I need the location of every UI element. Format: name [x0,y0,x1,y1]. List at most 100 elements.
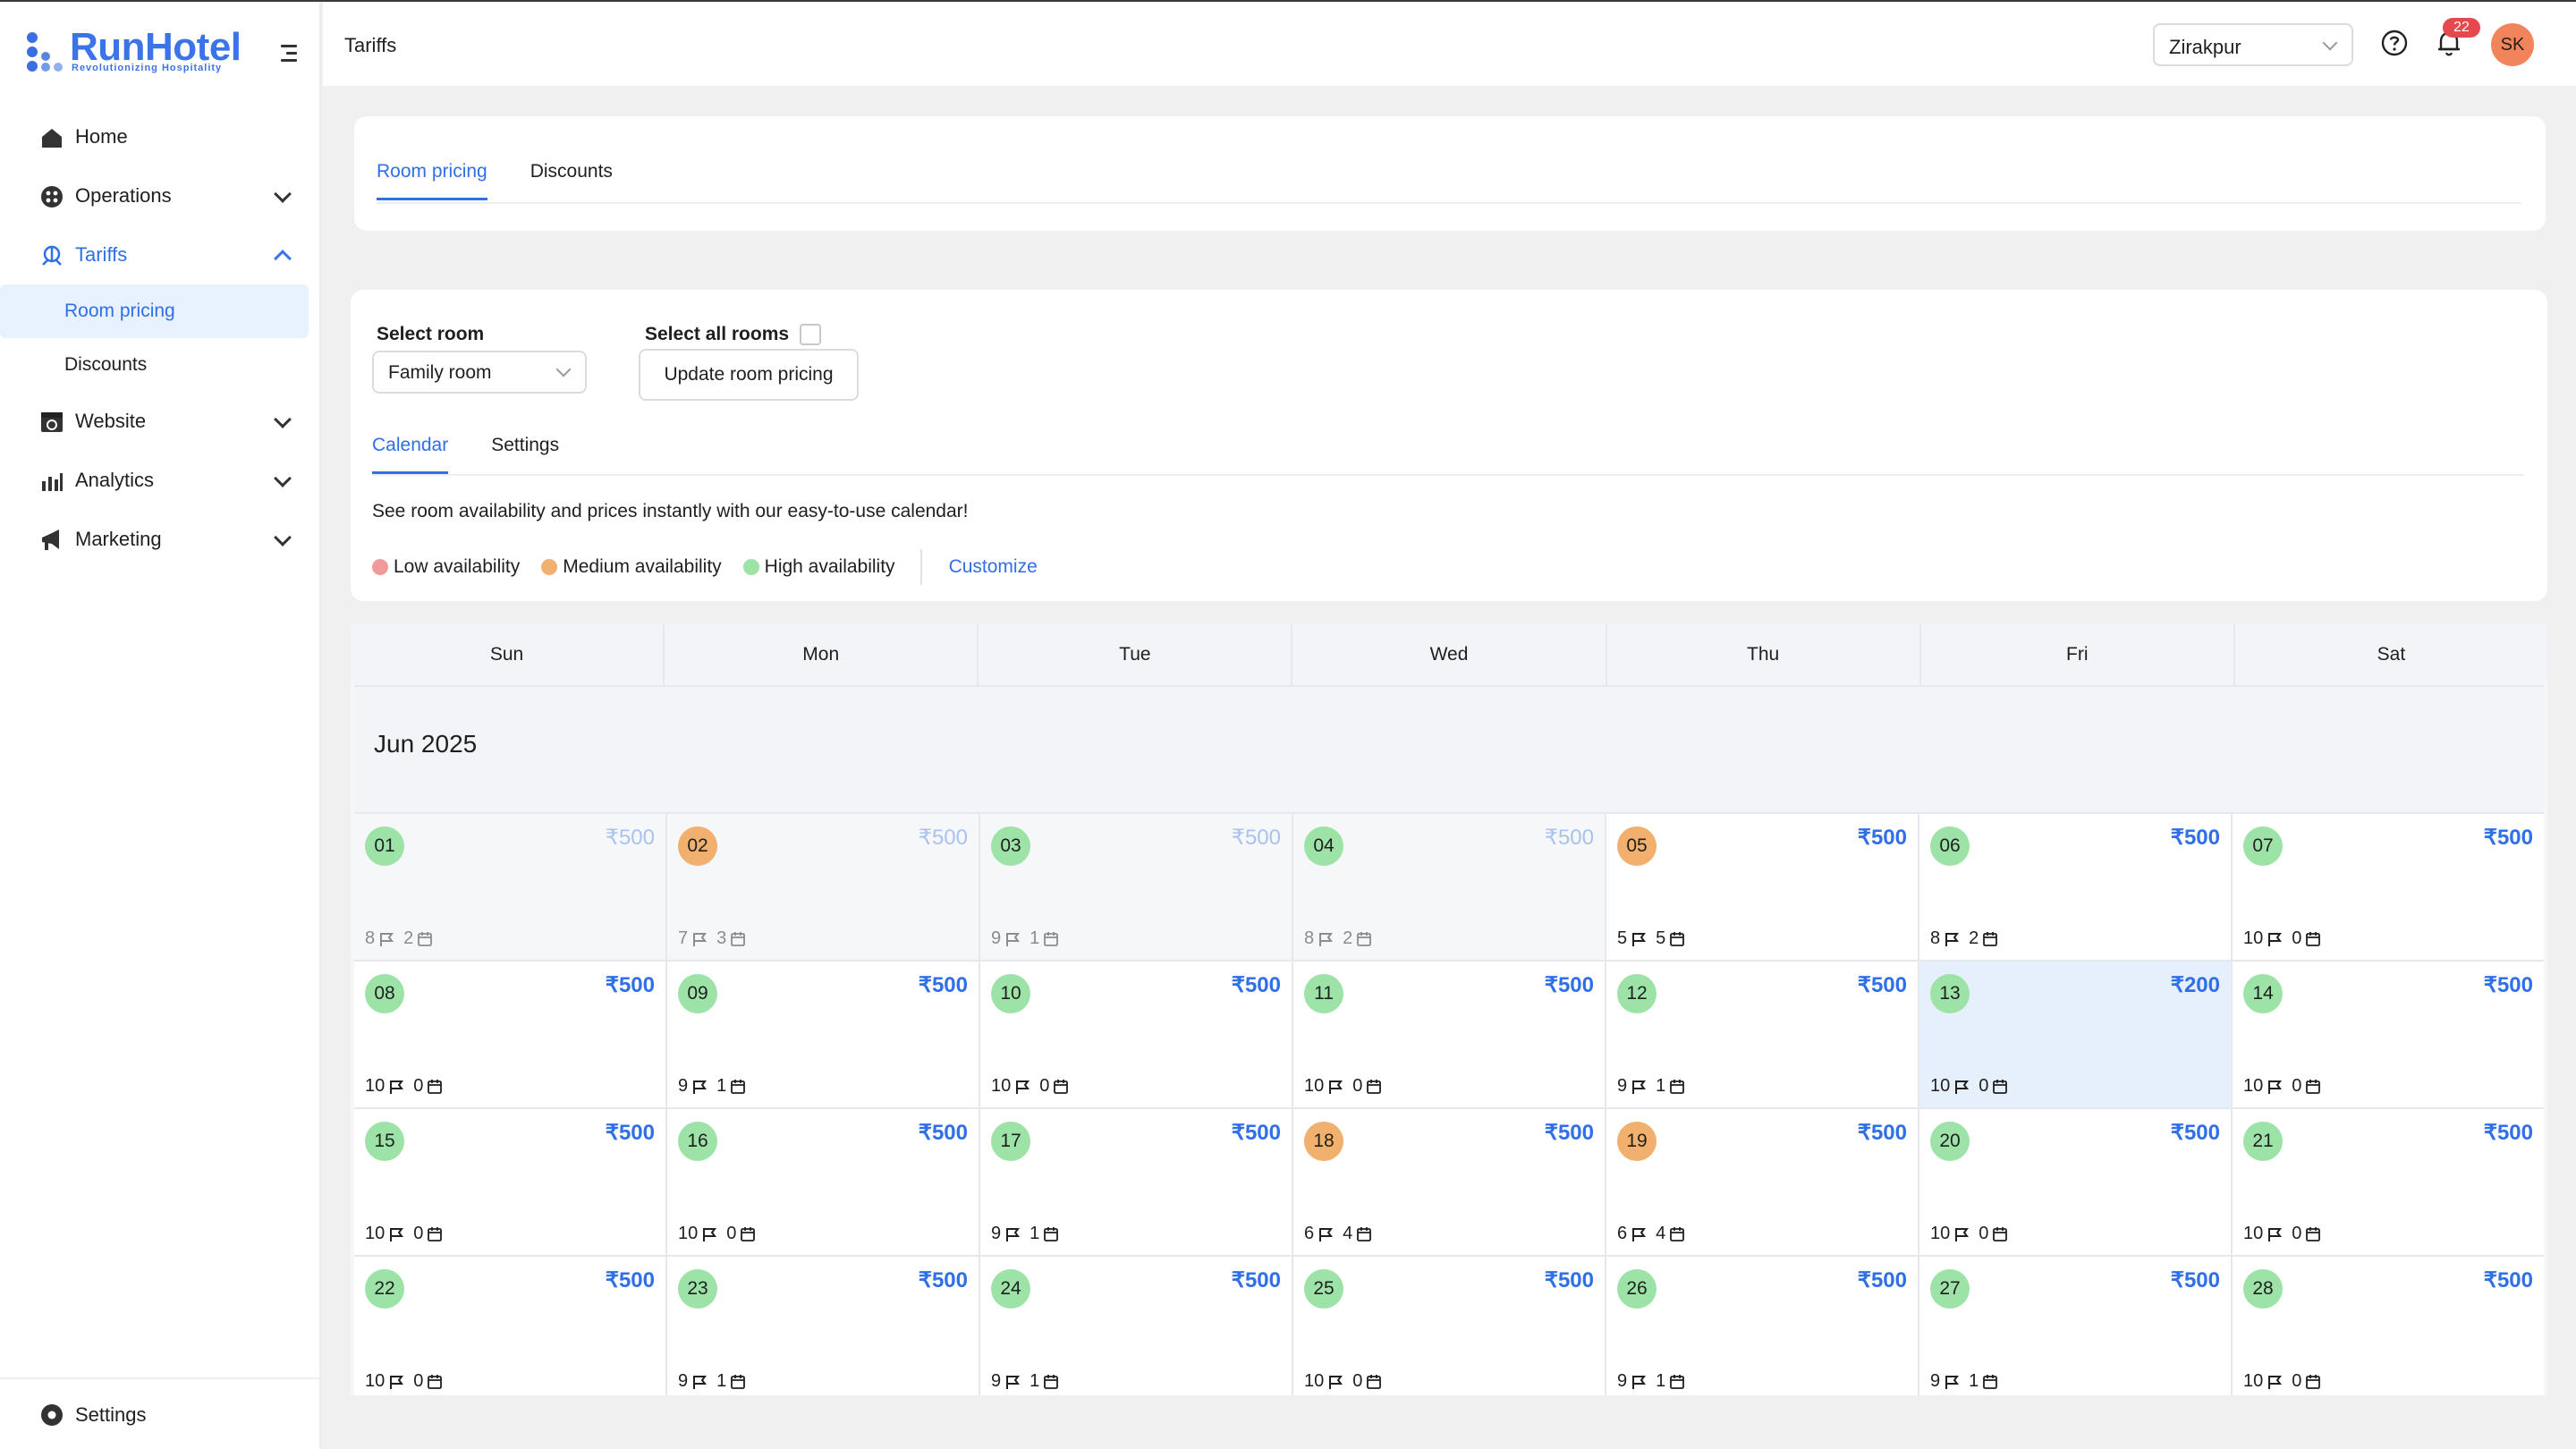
flag-icon [1940,931,1969,947]
day-price: ₹500 [1544,1121,1594,1145]
day-number: 23 [678,1269,717,1309]
calendar-day-cell[interactable]: 28 ₹500 10 0 [2233,1257,2544,1395]
sidebar-item-label: Website [75,410,147,432]
booked-count: 0 [413,1076,424,1096]
calendar-day-cell[interactable]: 03 ₹500 9 1 [980,814,1293,960]
chevron-down-icon [274,470,292,487]
booked-count: 1 [1969,1371,1979,1391]
calendar-day-cell[interactable]: 16 ₹500 10 0 [667,1109,980,1255]
calendar-day-cell[interactable]: 25 ₹500 10 0 [1293,1257,1606,1395]
brand-logo[interactable]: RunHotel Revolutionizing Hospitality [25,25,249,79]
flag-icon [1011,1079,1039,1095]
calendar-day-cell[interactable]: 06 ₹500 8 2 [1919,814,2233,960]
select-all-rooms-checkbox[interactable] [800,324,821,345]
calendar-day-cell[interactable]: 20 ₹500 10 0 [1919,1109,2233,1255]
calendar-day-cell[interactable]: 14 ₹500 10 0 [2233,962,2544,1107]
calendar-day-cell[interactable]: 09 ₹500 9 1 [667,962,980,1107]
booked-count: 1 [1030,928,1040,948]
day-price: ₹500 [605,826,655,850]
calendar-day-cell[interactable]: 02 ₹500 7 3 [667,814,980,960]
tariffs-icon [42,245,62,266]
booked-count: 0 [1979,1076,1989,1096]
day-stats: 91 [991,1224,1068,1244]
day-number: 15 [365,1122,404,1161]
calendar-day-cell[interactable]: 01 ₹500 8 2 [354,814,667,960]
calendar-weeks: 01 ₹500 8 2 02 ₹500 7 3 03 ₹500 9 1 04 ₹500 8 2 05 ₹500 5 5… [354,812,2544,1395]
tab-calendar[interactable]: Calendar [372,435,449,474]
calendar-icon [2301,1226,2330,1242]
day-price: ₹500 [1544,1268,1594,1292]
calendar-day-cell[interactable]: 21 ₹500 10 0 [2233,1109,2544,1255]
calendar-day-cell[interactable]: 18 ₹500 6 4 [1293,1109,1606,1255]
sidebar-item-website[interactable]: Website [0,392,321,451]
collapse-menu-icon[interactable] [277,43,301,64]
low-dot-icon [372,559,388,575]
location-select[interactable]: Zirakpur [2153,23,2353,66]
calendar-day-cell[interactable]: 05 ₹500 5 5 [1606,814,1919,960]
day-number: 02 [678,826,717,866]
calendar-day-cell[interactable]: 26 ₹500 9 1 [1606,1257,1919,1395]
sidebar-item-settings[interactable]: Settings [0,1379,319,1449]
calendar-icon [1988,1079,2017,1095]
calendar-day-cell[interactable]: 12 ₹500 9 1 [1606,962,1919,1107]
calendar-icon [1362,1374,1391,1390]
day-stats: 91 [991,928,1068,949]
available-count: 10 [2243,928,2264,948]
room-select[interactable]: Family room [372,351,587,394]
day-number: 22 [365,1269,404,1309]
booked-count: 0 [1979,1224,1989,1243]
tab-discounts[interactable]: Discounts [530,161,613,200]
calendar-day-cell[interactable]: 27 ₹500 9 1 [1919,1257,2233,1395]
booked-count: 0 [2292,1224,2302,1243]
day-stats: 64 [1304,1224,1381,1244]
calendar-icon [423,1079,452,1095]
day-price: ₹500 [1544,973,1594,997]
tab-settings[interactable]: Settings [491,435,559,474]
calendar-day-cell[interactable]: 17 ₹500 9 1 [980,1109,1293,1255]
day-number: 20 [1930,1122,1970,1161]
sidebar-subitem-discounts[interactable]: Discounts [0,338,309,392]
day-stats: 91 [991,1371,1068,1392]
sidebar-item-operations[interactable]: Operations [0,166,321,225]
calendar-day-cell[interactable]: 19 ₹500 6 4 [1606,1109,1919,1255]
help-icon[interactable] [2380,29,2409,57]
booked-count: 4 [1343,1224,1353,1243]
day-stats: 10 0 [2243,1224,2330,1244]
calendar-day-cell[interactable]: 24 ₹500 9 1 [980,1257,1293,1395]
calendar-day-cell[interactable]: 22 ₹500 10 0 [354,1257,667,1395]
flag-icon [1627,1079,1656,1095]
tab-room-pricing[interactable]: Room pricing [377,161,487,200]
calendar-day-cell[interactable]: 15 ₹500 10 0 [354,1109,667,1255]
day-number: 07 [2243,826,2283,866]
sidebar-subitem-room-pricing[interactable]: Room pricing [0,284,309,338]
calendar-day-cell[interactable]: 13 ₹200 10 0 [1919,962,2233,1107]
day-price: ₹500 [918,1121,968,1145]
calendar-day-cell[interactable]: 10 ₹500 10 0 [980,962,1293,1107]
calendar-day-cell[interactable]: 08 ₹500 10 0 [354,962,667,1107]
available-count: 8 [1304,928,1315,948]
sidebar: RunHotel Revolutionizing Hospitality Hom… [0,2,321,1449]
day-price: ₹500 [605,973,655,997]
weekday-sun: Sun [351,624,665,685]
calendar-day-cell[interactable]: 07 ₹500 10 0 [2233,814,2544,960]
sidebar-item-analytics[interactable]: Analytics [0,451,321,510]
calendar-day-cell[interactable]: 23 ₹500 9 1 [667,1257,980,1395]
customize-link[interactable]: Customize [949,556,1038,578]
user-avatar[interactable]: SK [2491,23,2534,66]
sidebar-item-home[interactable]: Home [0,107,321,166]
calendar-day-cell[interactable]: 04 ₹500 8 2 [1293,814,1606,960]
booked-count: 1 [1030,1371,1040,1391]
sidebar-item-marketing[interactable]: Marketing [0,510,321,569]
calendar-icon [423,1374,452,1390]
day-price: ₹500 [918,973,968,997]
calendar-day-cell[interactable]: 11 ₹500 10 0 [1293,962,1606,1107]
sidebar-item-tariffs[interactable]: Tariffs [0,225,321,284]
available-count: 9 [1930,1371,1941,1391]
calendar-week-row: 08 ₹500 10 0 09 ₹500 9 1 10 ₹500 10 0 11 ₹500 10 0 12 ₹50… [354,960,2544,1107]
weekday-tue: Tue [979,624,1293,685]
sidebar-item-label: Home [75,125,128,148]
day-number: 13 [1930,974,1970,1013]
update-room-pricing-button[interactable]: Update room pricing [639,349,859,401]
flag-icon [688,1079,716,1095]
day-stats: 10 0 [678,1224,765,1244]
